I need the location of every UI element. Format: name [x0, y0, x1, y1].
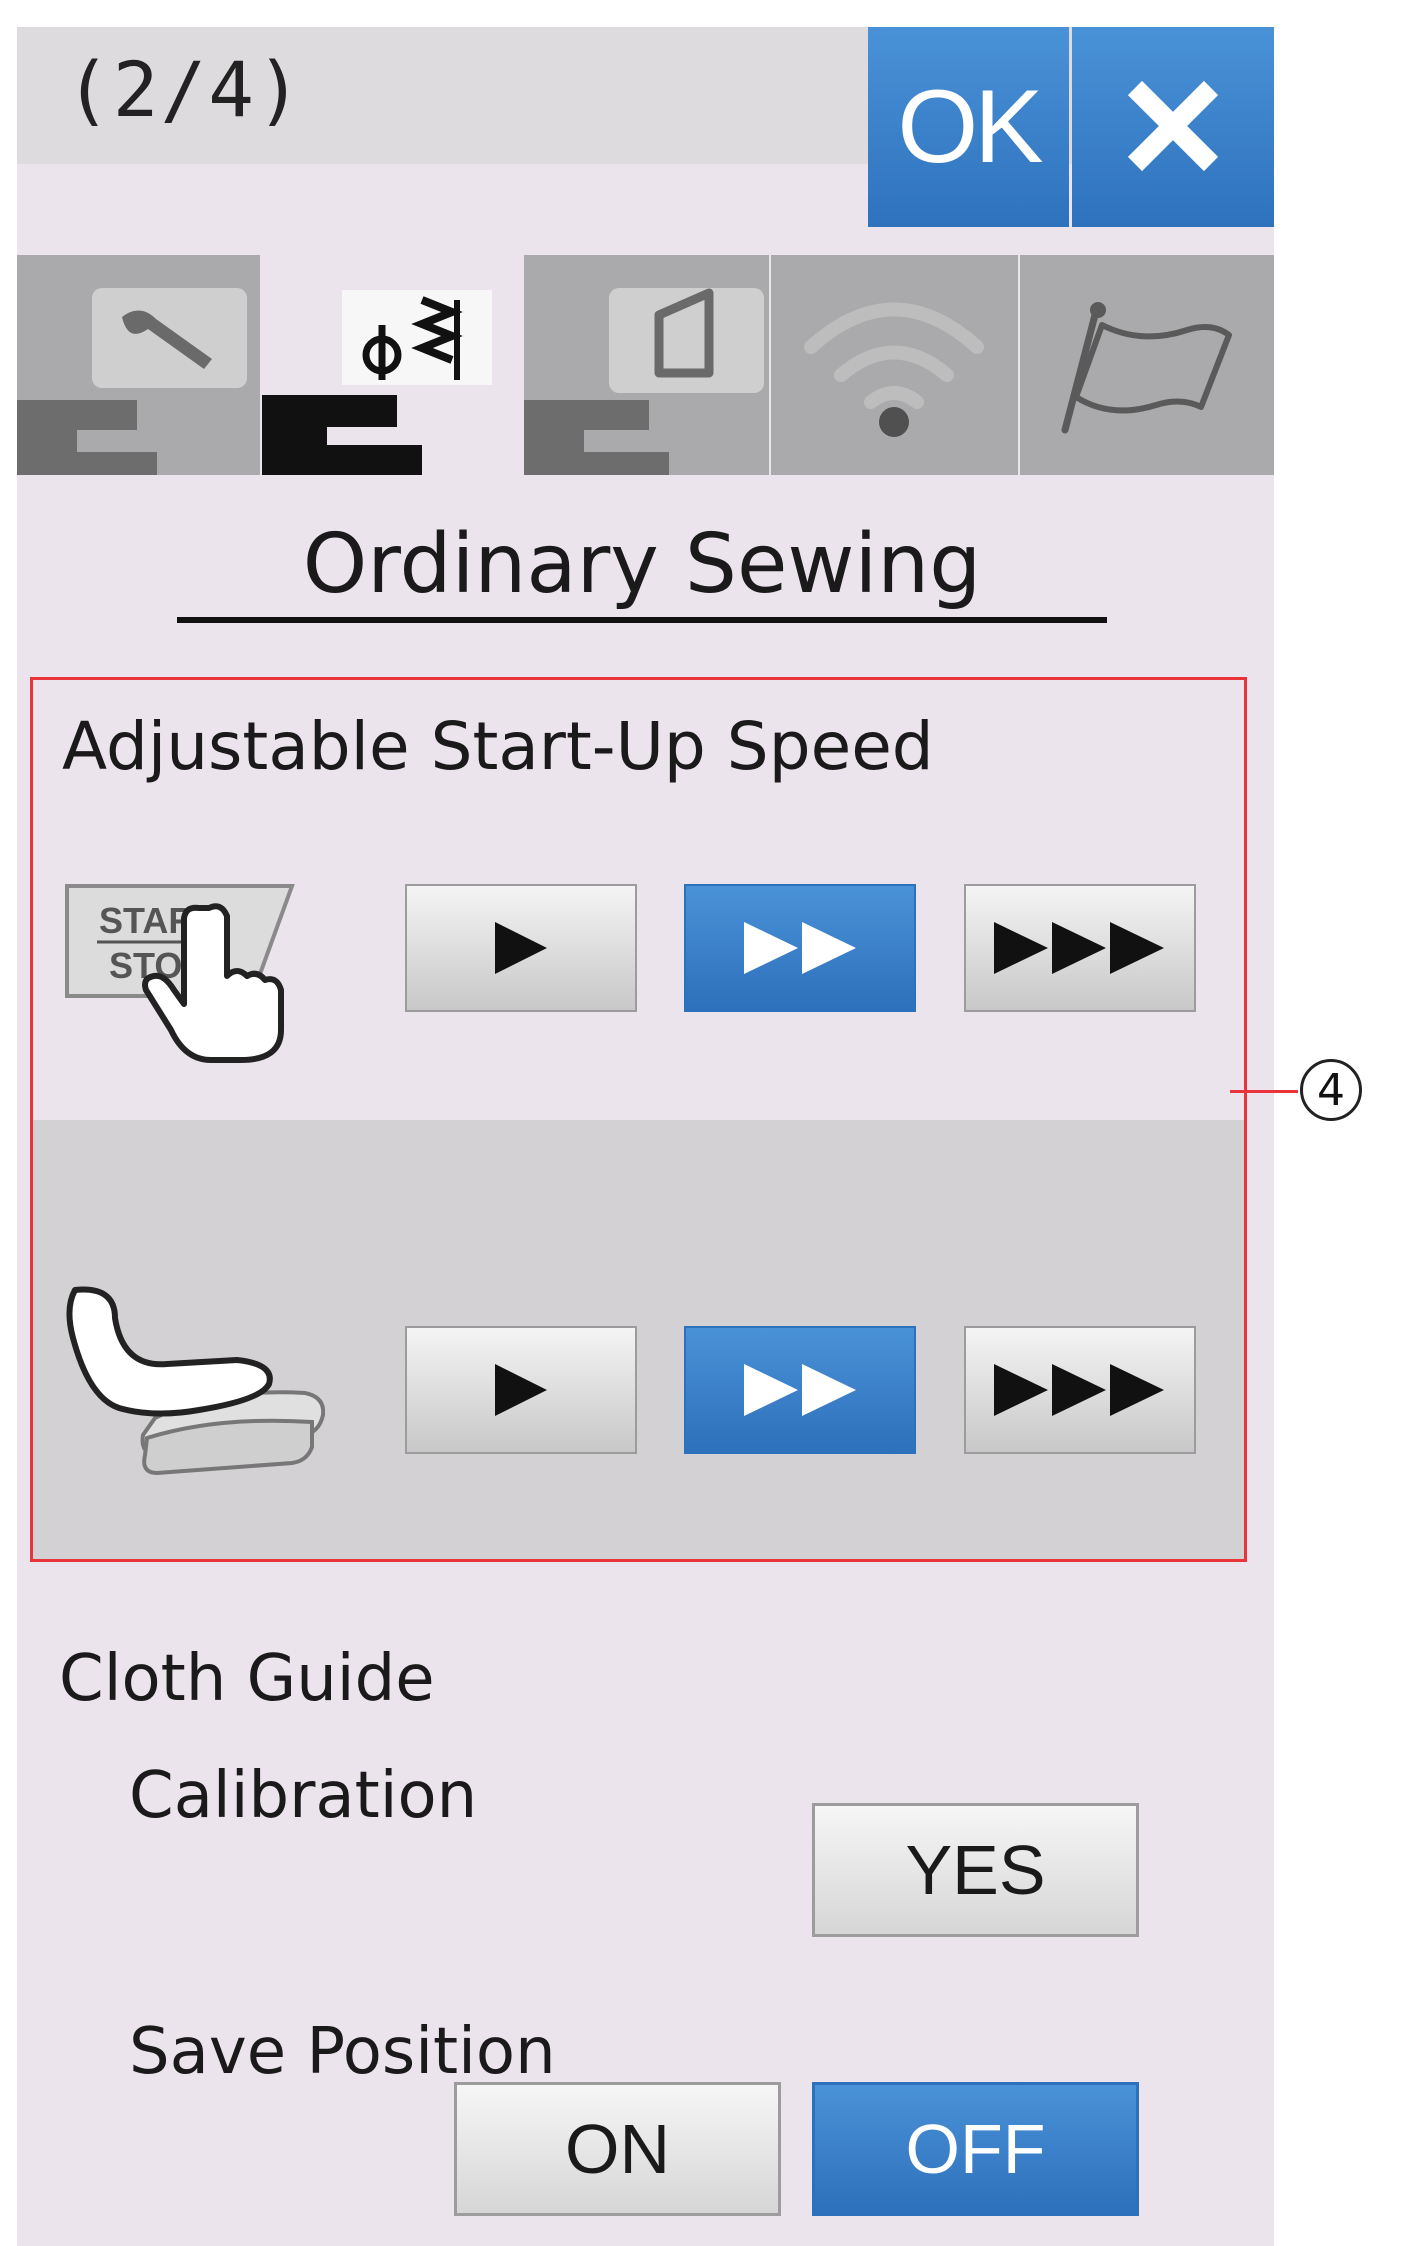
play-medium-icon [744, 1364, 856, 1416]
flag-icon [1061, 302, 1232, 434]
play-fast-icon [994, 1364, 1164, 1416]
foot-control-speed-fast-button[interactable] [964, 1326, 1196, 1454]
close-icon [1113, 66, 1233, 189]
startup-speed-label: Adjustable Start-Up Speed [62, 708, 934, 785]
page-indicator: (2/4) [65, 45, 304, 134]
start-stop-speed-fast-button[interactable] [964, 884, 1196, 1012]
foot-control-speed-slow-button[interactable] [405, 1326, 637, 1454]
machine-wrench-icon [17, 288, 247, 475]
close-button[interactable] [1072, 27, 1274, 227]
wifi-icon [804, 302, 984, 437]
settings-tabs [17, 255, 1274, 475]
save-position-on-button[interactable]: ON [454, 2082, 781, 2216]
play-slow-icon [495, 922, 547, 974]
cloth-guide-label: Cloth Guide [59, 1642, 435, 1716]
play-slow-icon [495, 1364, 547, 1416]
machine-hoop-icon [524, 288, 764, 475]
settings-screen: (2/4) OK Ordinary Sewing Adjustable Star… [17, 27, 1274, 2246]
tab-ordinary-sewing[interactable] [262, 255, 522, 475]
play-medium-icon [744, 922, 856, 974]
calibration-label: Calibration [129, 1759, 478, 1833]
callout-number-badge: 4 [1300, 1059, 1362, 1121]
start-stop-speed-slow-button[interactable] [405, 884, 637, 1012]
callout-line [1230, 1090, 1298, 1093]
machine-stitch-icon [262, 290, 492, 475]
play-fast-icon [994, 922, 1164, 974]
ok-button[interactable]: OK [868, 27, 1069, 227]
foot-control-speed-medium-button[interactable] [684, 1326, 916, 1454]
tab-embroidery-settings[interactable] [524, 255, 769, 475]
save-position-label: Save Position [129, 2015, 556, 2089]
startup-speed-panel: Adjustable Start-Up Speed START STOP [30, 677, 1247, 1562]
tab-language[interactable] [1020, 255, 1274, 475]
section-title: Ordinary Sewing [302, 517, 982, 612]
save-position-off-button[interactable]: OFF [812, 2082, 1139, 2216]
tab-machine-settings[interactable] [17, 255, 260, 475]
start-stop-button-icon: START STOP [59, 868, 319, 1072]
title-underline [177, 617, 1107, 623]
calibration-yes-button[interactable]: YES [812, 1803, 1139, 1937]
foot-control-icon [55, 1278, 326, 1482]
tab-wireless[interactable] [771, 255, 1018, 475]
start-stop-speed-medium-button[interactable] [684, 884, 916, 1012]
